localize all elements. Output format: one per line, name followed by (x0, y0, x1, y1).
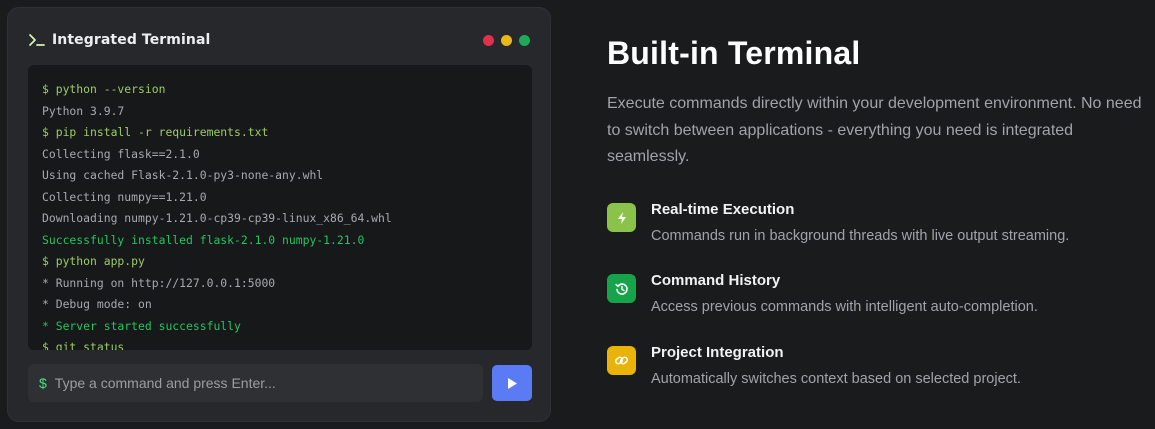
terminal-line: Collecting flask==2.1.0 (42, 146, 200, 161)
terminal-line: * Running on http://127.0.0.1:5000 (42, 275, 276, 290)
terminal-output[interactable]: $ python --version Python 3.9.7 $ pip inst… (28, 65, 532, 350)
feature-description: Access previous commands with intelligen… (651, 299, 1038, 315)
terminal-prompt-icon (28, 32, 46, 48)
terminal-line: Using cached Flask-2.1.0-py3-none-any.wh… (42, 168, 324, 182)
terminal-line: $ python app.py (42, 254, 145, 268)
info-section: Built-in Terminal Execute commands direc… (607, 32, 1147, 387)
page-description: Execute commands directly within your de… (607, 95, 1142, 165)
feature-description: Commands run in background threads with … (651, 228, 1070, 244)
terminal-input-row: $ (28, 364, 532, 402)
feature-title: Project Integration (651, 344, 784, 361)
terminal-line: Successfully installed flask-2.1.0 numpy… (42, 232, 365, 247)
terminal-line: Python 3.9.7 (42, 103, 125, 118)
play-icon (506, 377, 518, 390)
terminal-line: * Server started successfully (42, 318, 241, 333)
input-prefix: $ (39, 375, 47, 391)
terminal-panel: Integrated Terminal $ python --version Py… (7, 7, 551, 422)
terminal-line: * Debug mode: on (42, 297, 152, 311)
feature-description: Automatically switches context based on … (651, 371, 1021, 387)
maximize-dot[interactable] (519, 34, 530, 46)
terminal-title: Integrated Terminal (52, 32, 211, 48)
feature-item: Project Integration Automatically switch… (607, 344, 1147, 396)
link-icon (607, 346, 636, 375)
terminal-line: $ python --version (42, 82, 166, 96)
terminal-line: $ git status (42, 340, 125, 350)
terminal-line: $ pip install -r requirements.txt (42, 125, 269, 139)
terminal-header: Integrated Terminal (28, 30, 530, 50)
page-title: Built-in Terminal (607, 35, 861, 71)
feature-item: Real-time Execution Commands run in back… (607, 201, 1147, 253)
feature-item: Command History Access previous commands… (607, 272, 1147, 324)
feature-title: Real-time Execution (651, 201, 795, 218)
minimize-dot[interactable] (501, 34, 512, 46)
terminal-line: Collecting numpy==1.21.0 (42, 189, 207, 204)
command-input-wrapper[interactable]: $ (28, 364, 483, 402)
history-icon (607, 274, 636, 303)
send-command-button[interactable] (492, 365, 532, 401)
window-controls (483, 34, 530, 46)
lightning-icon (607, 203, 636, 232)
close-dot[interactable] (483, 34, 494, 46)
command-input[interactable] (54, 375, 475, 391)
terminal-line: Downloading numpy-1.21.0-cp39-cp39-linux… (42, 211, 392, 225)
feature-title: Command History (651, 272, 781, 289)
